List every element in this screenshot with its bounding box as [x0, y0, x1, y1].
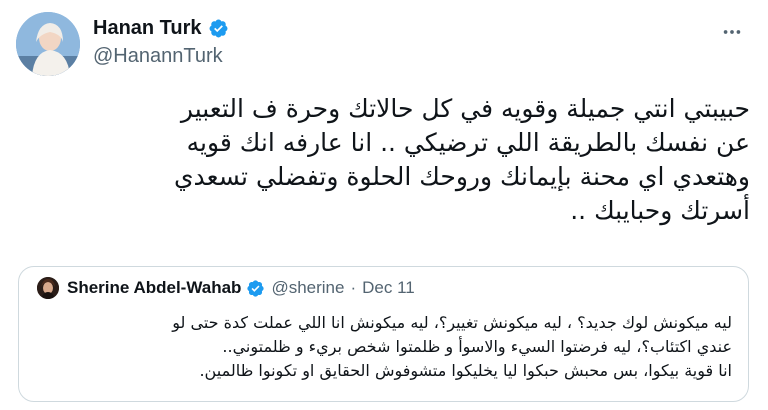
display-name-row: Hanan Turk — [93, 16, 229, 40]
user-handle[interactable]: @HanannTurk — [93, 42, 229, 70]
quoted-avatar — [37, 277, 59, 299]
quoted-avatar-image — [37, 277, 59, 299]
separator-dot: · — [350, 278, 357, 297]
tweet-text: حبيبتي انتي جميلة وقويه في كل حالاتك وحر… — [173, 94, 750, 225]
quoted-display-name[interactable]: Sherine Abdel-Wahab — [67, 278, 241, 298]
more-button[interactable] — [718, 18, 746, 46]
display-name[interactable]: Hanan Turk — [93, 16, 202, 40]
more-horizontal-icon — [723, 30, 741, 34]
quoted-verified-badge-icon — [247, 279, 265, 297]
avatar-image — [16, 12, 80, 76]
quoted-tweet-text: ليه ميكونش لوك جديد؟ ، ليه ميكونش تغيير؟… — [172, 313, 732, 380]
avatar[interactable] — [16, 12, 80, 76]
quoted-tweet-header: Sherine Abdel-Wahab @sherine · Dec 11 — [37, 277, 415, 299]
tweet-card: Hanan Turk @HanannTurk حبيبتي انتي جميلة… — [0, 0, 768, 410]
quoted-user-handle[interactable]: @sherine — [271, 278, 344, 298]
verified-badge-icon — [209, 19, 228, 37]
author-info: Hanan Turk @HanannTurk — [93, 16, 229, 70]
tweet-header: Hanan Turk @HanannTurk — [16, 12, 752, 76]
quoted-tweet[interactable]: Sherine Abdel-Wahab @sherine · Dec 11 لي… — [18, 266, 749, 402]
quoted-tweet-date[interactable]: Dec 11 — [362, 278, 415, 298]
